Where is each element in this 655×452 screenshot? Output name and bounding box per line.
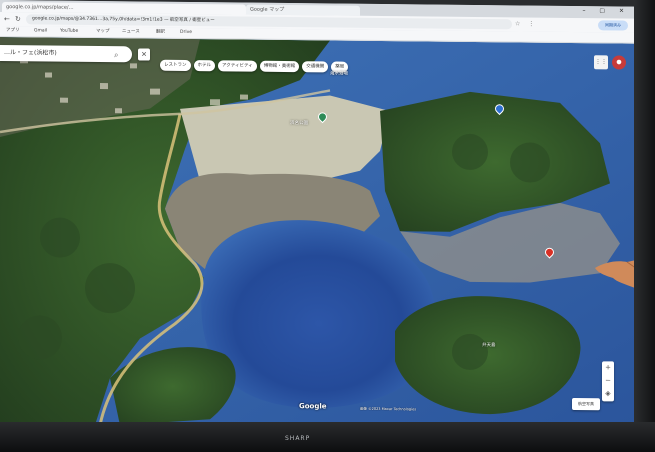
- layers-label: 航空写真: [578, 401, 594, 407]
- chip-hotel[interactable]: ホテル: [193, 60, 215, 72]
- place-label[interactable]: 海水浴場: [330, 70, 348, 76]
- search-text: …ル・フェ(浜松市): [4, 49, 57, 57]
- close-icon[interactable]: ✕: [138, 48, 150, 61]
- bookmark-item[interactable]: ニュース: [122, 28, 140, 36]
- satellite-map[interactable]: …ル・フェ(浜松市) ⌕ ✕ レストラン ホテル アクティビティ 博物館・美術館 交通機…: [0, 37, 634, 431]
- bookmark-item[interactable]: Gmail: [34, 27, 47, 35]
- place-label[interactable]: 弁天島: [482, 342, 496, 348]
- profile-label: 同期済み: [605, 22, 621, 28]
- apps-grid-icon[interactable]: ⋮⋮: [594, 55, 608, 70]
- chip-transit[interactable]: 交通機関: [302, 61, 329, 73]
- chip-restaurant[interactable]: レストラン: [160, 59, 191, 71]
- window-controls[interactable]: – ▢ ✕: [582, 7, 630, 14]
- back-icon[interactable]: ←: [4, 15, 10, 23]
- bookmark-item[interactable]: Drive: [180, 29, 192, 37]
- google-logo: Google: [299, 402, 327, 411]
- monitor: google.co.jp/maps/place/… Google マップ – ▢…: [0, 0, 655, 452]
- profile-chip[interactable]: 同期済み: [598, 20, 628, 31]
- zoom-out-button[interactable]: −: [602, 374, 614, 387]
- map-attribution[interactable]: 画像 ©2023 Maxar Technologies: [360, 407, 416, 413]
- maps-search-input[interactable]: …ル・フェ(浜松市): [0, 45, 132, 63]
- compass-icon[interactable]: ◈: [602, 387, 614, 400]
- place-label[interactable]: 浜名公園: [290, 120, 308, 126]
- avatar[interactable]: ●: [612, 55, 626, 70]
- zoom-in-button[interactable]: +: [602, 361, 614, 374]
- bookmark-item[interactable]: YouTube: [60, 28, 78, 36]
- zoom-control: + − ◈: [602, 361, 614, 402]
- bookmark-item[interactable]: マップ: [96, 28, 110, 36]
- monitor-brand: SHARP: [285, 435, 311, 442]
- tab-label: google.co.jp/maps/place/…: [6, 4, 74, 11]
- monitor-bezel-bottom: SHARP: [0, 422, 655, 452]
- bookmark-item[interactable]: 翻訳: [156, 29, 165, 37]
- reload-icon[interactable]: ↻: [15, 15, 21, 23]
- chip-activity[interactable]: アクティビティ: [218, 60, 257, 72]
- satellite-imagery: [0, 37, 634, 431]
- url-text: google.co.jp/maps/@34.7361…3a,75y,0h/dat…: [32, 16, 215, 24]
- search-icon[interactable]: ⌕: [114, 50, 118, 60]
- layers-button[interactable]: 航空写真: [572, 397, 600, 411]
- screen: google.co.jp/maps/place/… Google マップ – ▢…: [0, 0, 634, 431]
- chip-museum[interactable]: 博物館・美術館: [259, 60, 300, 73]
- tab-label: Google マップ: [250, 6, 285, 13]
- toolbar-icons[interactable]: ☆ ⋮: [515, 20, 537, 27]
- bookmark-item[interactable]: アプリ: [6, 27, 20, 35]
- category-chips: レストラン ホテル アクティビティ 博物館・美術館 交通機関 薬局: [160, 51, 351, 73]
- monitor-bezel-right: [634, 0, 655, 452]
